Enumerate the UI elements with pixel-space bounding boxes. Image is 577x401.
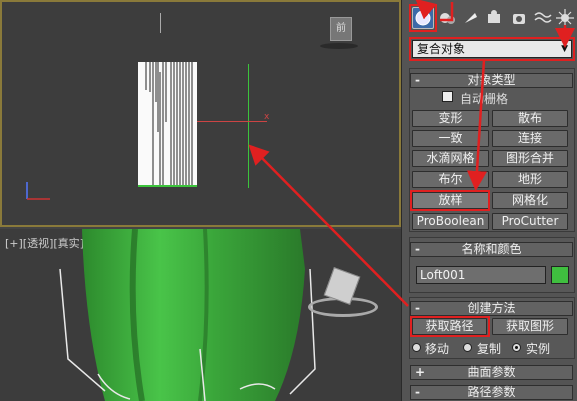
object-type-title: 对象类型 — [467, 73, 516, 87]
connect-button[interactable]: 连接 — [492, 130, 568, 147]
blobmesh-button[interactable]: 水滴网格 — [412, 150, 489, 167]
collapse-icon: - — [415, 385, 420, 399]
mesher-button[interactable]: 网格化 — [492, 192, 568, 209]
copy-radio[interactable] — [463, 343, 472, 352]
collapse-icon: - — [415, 242, 420, 256]
move-radio-label: 移动 — [425, 342, 450, 356]
copy-radio-label: 复制 — [477, 342, 502, 356]
scatter-button[interactable]: 散布 — [492, 110, 568, 127]
lights-icon[interactable] — [460, 7, 482, 29]
top-viewport[interactable]: x 前 — [0, 0, 401, 227]
expand-icon: + — [415, 365, 426, 379]
shapes-icon[interactable] — [436, 7, 458, 29]
viewcube-ring — [320, 43, 358, 49]
highlight-geometry-icon — [409, 4, 437, 32]
move-radio[interactable] — [412, 343, 421, 352]
collapse-icon: - — [415, 73, 420, 87]
viewcube[interactable]: 前 — [320, 17, 358, 51]
get-shape-button[interactable]: 获取图形 — [492, 318, 568, 335]
loft-shape-top-view[interactable] — [138, 62, 197, 187]
surface-params-header[interactable]: + 曲面参数 — [410, 365, 573, 380]
helpers-icon[interactable] — [508, 7, 530, 29]
path-params-title: 路径参数 — [467, 385, 516, 399]
path-params-header[interactable]: - 路径参数 — [410, 385, 573, 400]
collapse-icon: - — [415, 301, 420, 315]
shapemerge-button[interactable]: 图形合并 — [492, 150, 568, 167]
name-color-title: 名称和颜色 — [461, 242, 522, 256]
object-type-header[interactable]: - 对象类型 — [410, 73, 573, 88]
viewcube-perspective[interactable] — [308, 267, 378, 325]
boolean-button[interactable]: 布尔 — [412, 171, 489, 188]
y-grid-line — [248, 64, 249, 188]
instance-radio-label: 实例 — [526, 342, 551, 356]
object-name-field[interactable]: Loft001 — [416, 266, 546, 284]
perspective-viewport[interactable]: [+][透视][真实] — [0, 229, 401, 401]
instance-radio[interactable] — [512, 343, 521, 352]
surface-params-title: 曲面参数 — [467, 365, 516, 379]
creation-method-title: 创建方法 — [467, 301, 516, 315]
morph-button[interactable]: 变形 — [412, 110, 489, 127]
autogrid-label: 自动栅格 — [460, 92, 509, 106]
axis-tripod-icon — [26, 182, 50, 200]
systems-icon[interactable] — [554, 7, 576, 29]
space-warps-icon[interactable] — [532, 7, 554, 29]
viewcube-face: 前 — [330, 17, 352, 41]
color-swatch[interactable] — [551, 266, 569, 284]
highlight-loft-button — [410, 190, 490, 211]
command-panel: 复合对象 ▼ - 对象类型 自动栅格 变形 散布 一致 连接 水滴网格 图形合并… — [401, 0, 577, 401]
x-axis-label: x — [264, 112, 270, 122]
top-axis-marker — [160, 13, 161, 33]
cameras-icon[interactable] — [484, 7, 506, 29]
conform-button[interactable]: 一致 — [412, 130, 489, 147]
procutter-button[interactable]: ProCutter — [492, 213, 568, 230]
proboolean-button[interactable]: ProBoolean — [412, 213, 489, 230]
terrain-button[interactable]: 地形 — [492, 171, 568, 188]
highlight-dropdown — [409, 37, 575, 61]
creation-method-header[interactable]: - 创建方法 — [410, 301, 573, 316]
autogrid-checkbox[interactable] — [442, 91, 453, 102]
name-color-header[interactable]: - 名称和颜色 — [410, 242, 573, 257]
highlight-get-path-button — [410, 316, 490, 337]
